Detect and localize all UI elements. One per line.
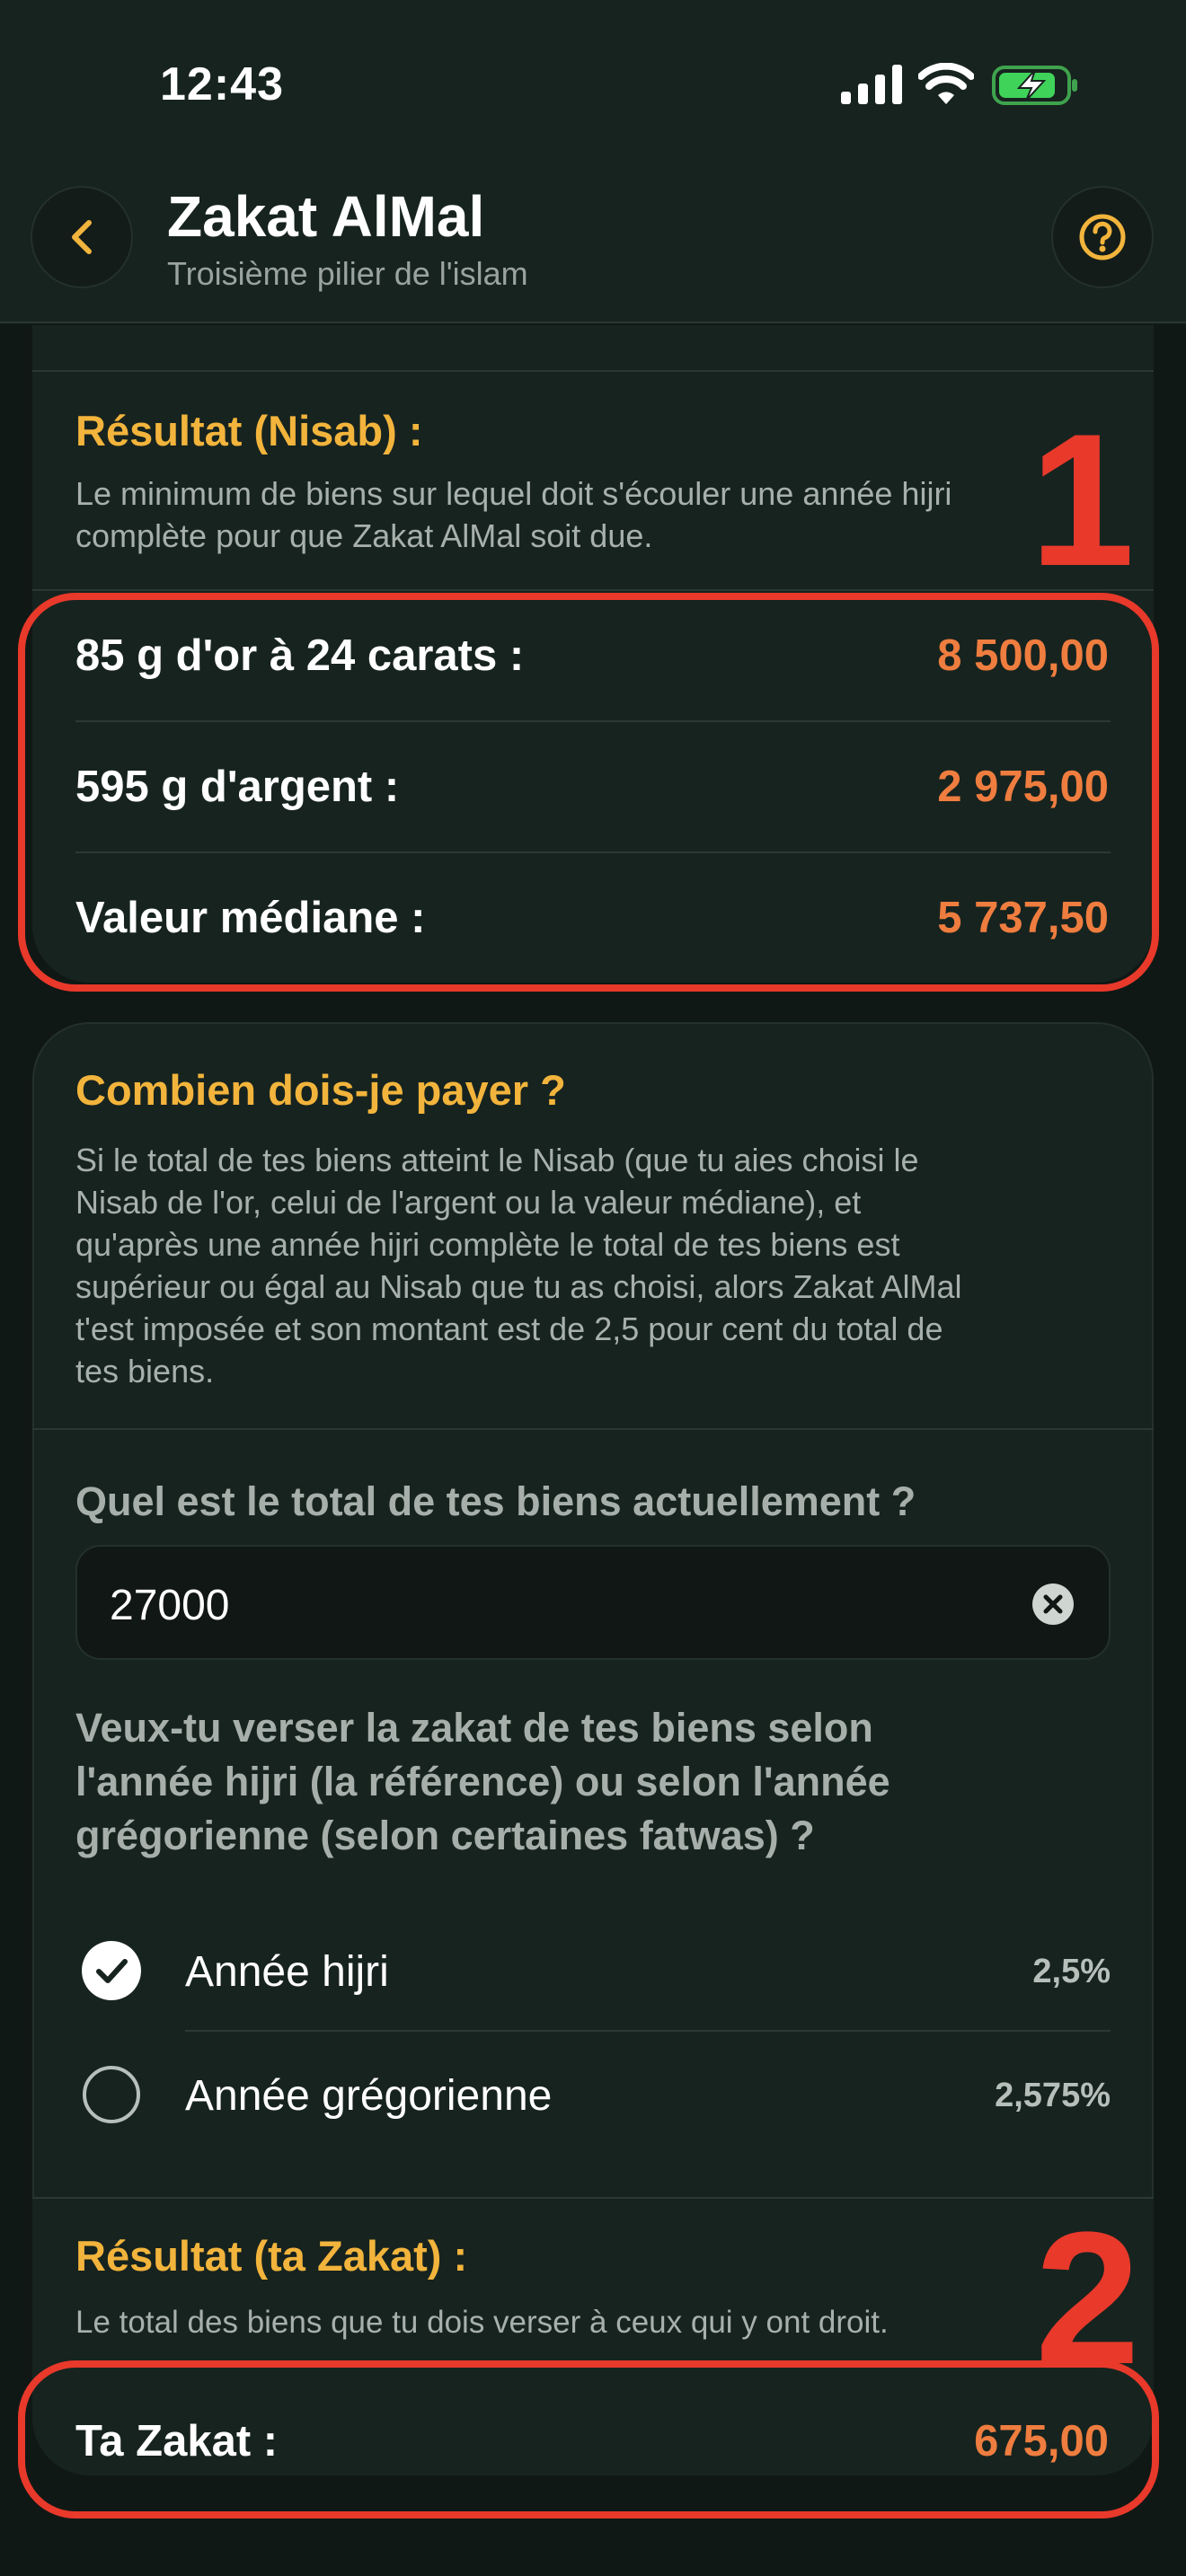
nisab-description: Le minimum de biens sur lequel doit s'éc… [75, 472, 951, 557]
option-rate: 2,5% [1032, 1953, 1111, 1990]
page-title: Zakat AlMal [167, 184, 485, 249]
highlight-box-2 [18, 2360, 1159, 2519]
payment-description-line: qu'après une année hijri complète le tot… [75, 1226, 900, 1263]
option-label: Année hijri [185, 1948, 389, 1996]
payment-header-divider [32, 1428, 1154, 1430]
page-subtitle: Troisième pilier de l'islam [167, 255, 528, 292]
nisab-header-divider [32, 589, 1154, 591]
option-divider [185, 2030, 1111, 2032]
total-assets-input[interactable]: 27000 [75, 1545, 1111, 1660]
payment-description-line: t'est imposée et son montant est de 2,5 … [75, 1310, 943, 1347]
payment-description-line: Si le total de tes biens atteint le Nisa… [75, 1142, 919, 1178]
navigation-header: Zakat AlMal Troisième pilier de l'islam [0, 171, 1186, 323]
nisab-description-line: complète pour que Zakat AlMal soit due. [75, 517, 653, 554]
option-gregorian-year[interactable]: Année grégorienne 2,575% [75, 2048, 1111, 2138]
year-type-question: Veux-tu verser la zakat de tes biens sel… [75, 1701, 890, 1863]
nisab-title: Résultat (Nisab) : [75, 407, 423, 454]
back-button[interactable] [31, 186, 133, 288]
result-title: Résultat (ta Zakat) : [75, 2232, 468, 2280]
help-button[interactable] [1051, 186, 1154, 288]
total-assets-question: Quel est le total de tes biens actuellem… [75, 1478, 916, 1524]
nisab-description-line: Le minimum de biens sur lequel doit s'éc… [75, 475, 952, 512]
year-type-question-line: l'année hijri (la référence) ou selon l'… [75, 1759, 890, 1804]
battery-charging-icon [992, 66, 1077, 105]
payment-description-line: Nisab de l'or, celui de l'argent ou la v… [75, 1184, 862, 1221]
empty-circle-icon [83, 2066, 140, 2123]
checkmark-circle-icon [82, 1941, 141, 2000]
option-label: Année grégorienne [185, 2072, 553, 2120]
status-time: 12:43 [160, 58, 284, 110]
cellular-signal-icon [841, 65, 902, 104]
payment-title: Combien dois-je payer ? [75, 1066, 566, 1114]
question-circle-icon [1079, 214, 1126, 260]
total-assets-value: 27000 [110, 1582, 230, 1629]
annotation-marker-1: 1 [1030, 394, 1135, 605]
status-bar: 12:43 [0, 0, 1186, 171]
payment-description: Si le total de tes biens atteint le Nisa… [75, 1139, 962, 1392]
result-description: Le total des biens que tu dois verser à … [75, 2305, 889, 2340]
year-type-question-line: Veux-tu verser la zakat de tes biens sel… [75, 1705, 873, 1751]
clear-circle-icon[interactable] [1031, 1583, 1075, 1626]
chevron-left-icon [72, 220, 92, 254]
highlight-box-1 [18, 593, 1159, 992]
year-type-question-line: grégorienne (selon certaines fatwas) ? [75, 1813, 815, 1858]
wifi-icon [918, 63, 974, 104]
payment-description-line: supérieur ou égal au Nisab que tu as cho… [75, 1268, 962, 1305]
option-rate: 2,575% [995, 2077, 1111, 2114]
option-hijri-year[interactable]: Année hijri 2,5% [75, 1924, 1111, 2014]
payment-description-line: tes biens. [75, 1353, 215, 1389]
nisab-card-top [32, 325, 1154, 372]
